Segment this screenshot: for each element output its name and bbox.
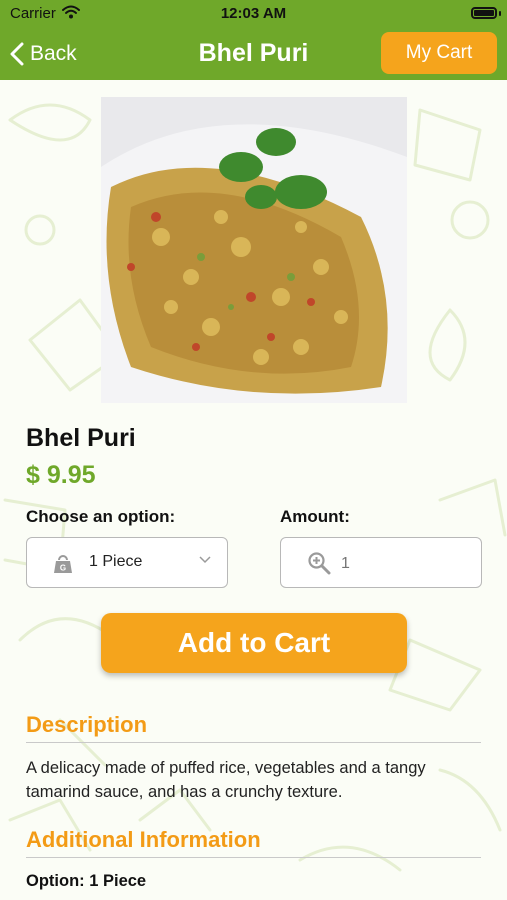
divider <box>26 857 481 858</box>
battery-icon <box>471 7 497 19</box>
amount-field[interactable] <box>280 537 482 588</box>
add-to-cart-button[interactable]: Add to Cart <box>101 613 407 673</box>
option-select-value: 1 Piece <box>89 553 143 570</box>
chevron-down-icon <box>199 556 211 564</box>
option-select[interactable]: G 1 Piece <box>26 537 228 588</box>
product-name: Bhel Puri <box>26 424 136 452</box>
product-image <box>101 97 407 403</box>
additional-info-heading: Additional Information <box>26 827 261 852</box>
amount-input[interactable] <box>339 550 463 578</box>
svg-text:G: G <box>60 564 66 573</box>
weight-icon: G <box>54 555 72 573</box>
my-cart-button[interactable]: My Cart <box>381 32 497 74</box>
battery-tip <box>499 11 501 16</box>
product-detail: Bhel Puri $ 9.95 Choose an option: Amoun… <box>0 80 507 900</box>
divider <box>26 742 481 743</box>
zoom-in-icon <box>308 552 331 575</box>
product-price: $ 9.95 <box>26 461 96 489</box>
description-text: A delicacy made of puffed rice, vegetabl… <box>26 759 426 801</box>
description-heading: Description <box>26 712 148 737</box>
selected-option-text: Option: 1 Piece <box>26 872 147 890</box>
status-bar: Carrier 12:03 AM <box>0 0 507 28</box>
clock: 12:03 AM <box>220 5 287 22</box>
navigation-bar: Back Bhel Puri My Cart <box>0 28 507 80</box>
option-label: Choose an option: <box>26 507 176 526</box>
amount-label: Amount: <box>280 507 350 526</box>
